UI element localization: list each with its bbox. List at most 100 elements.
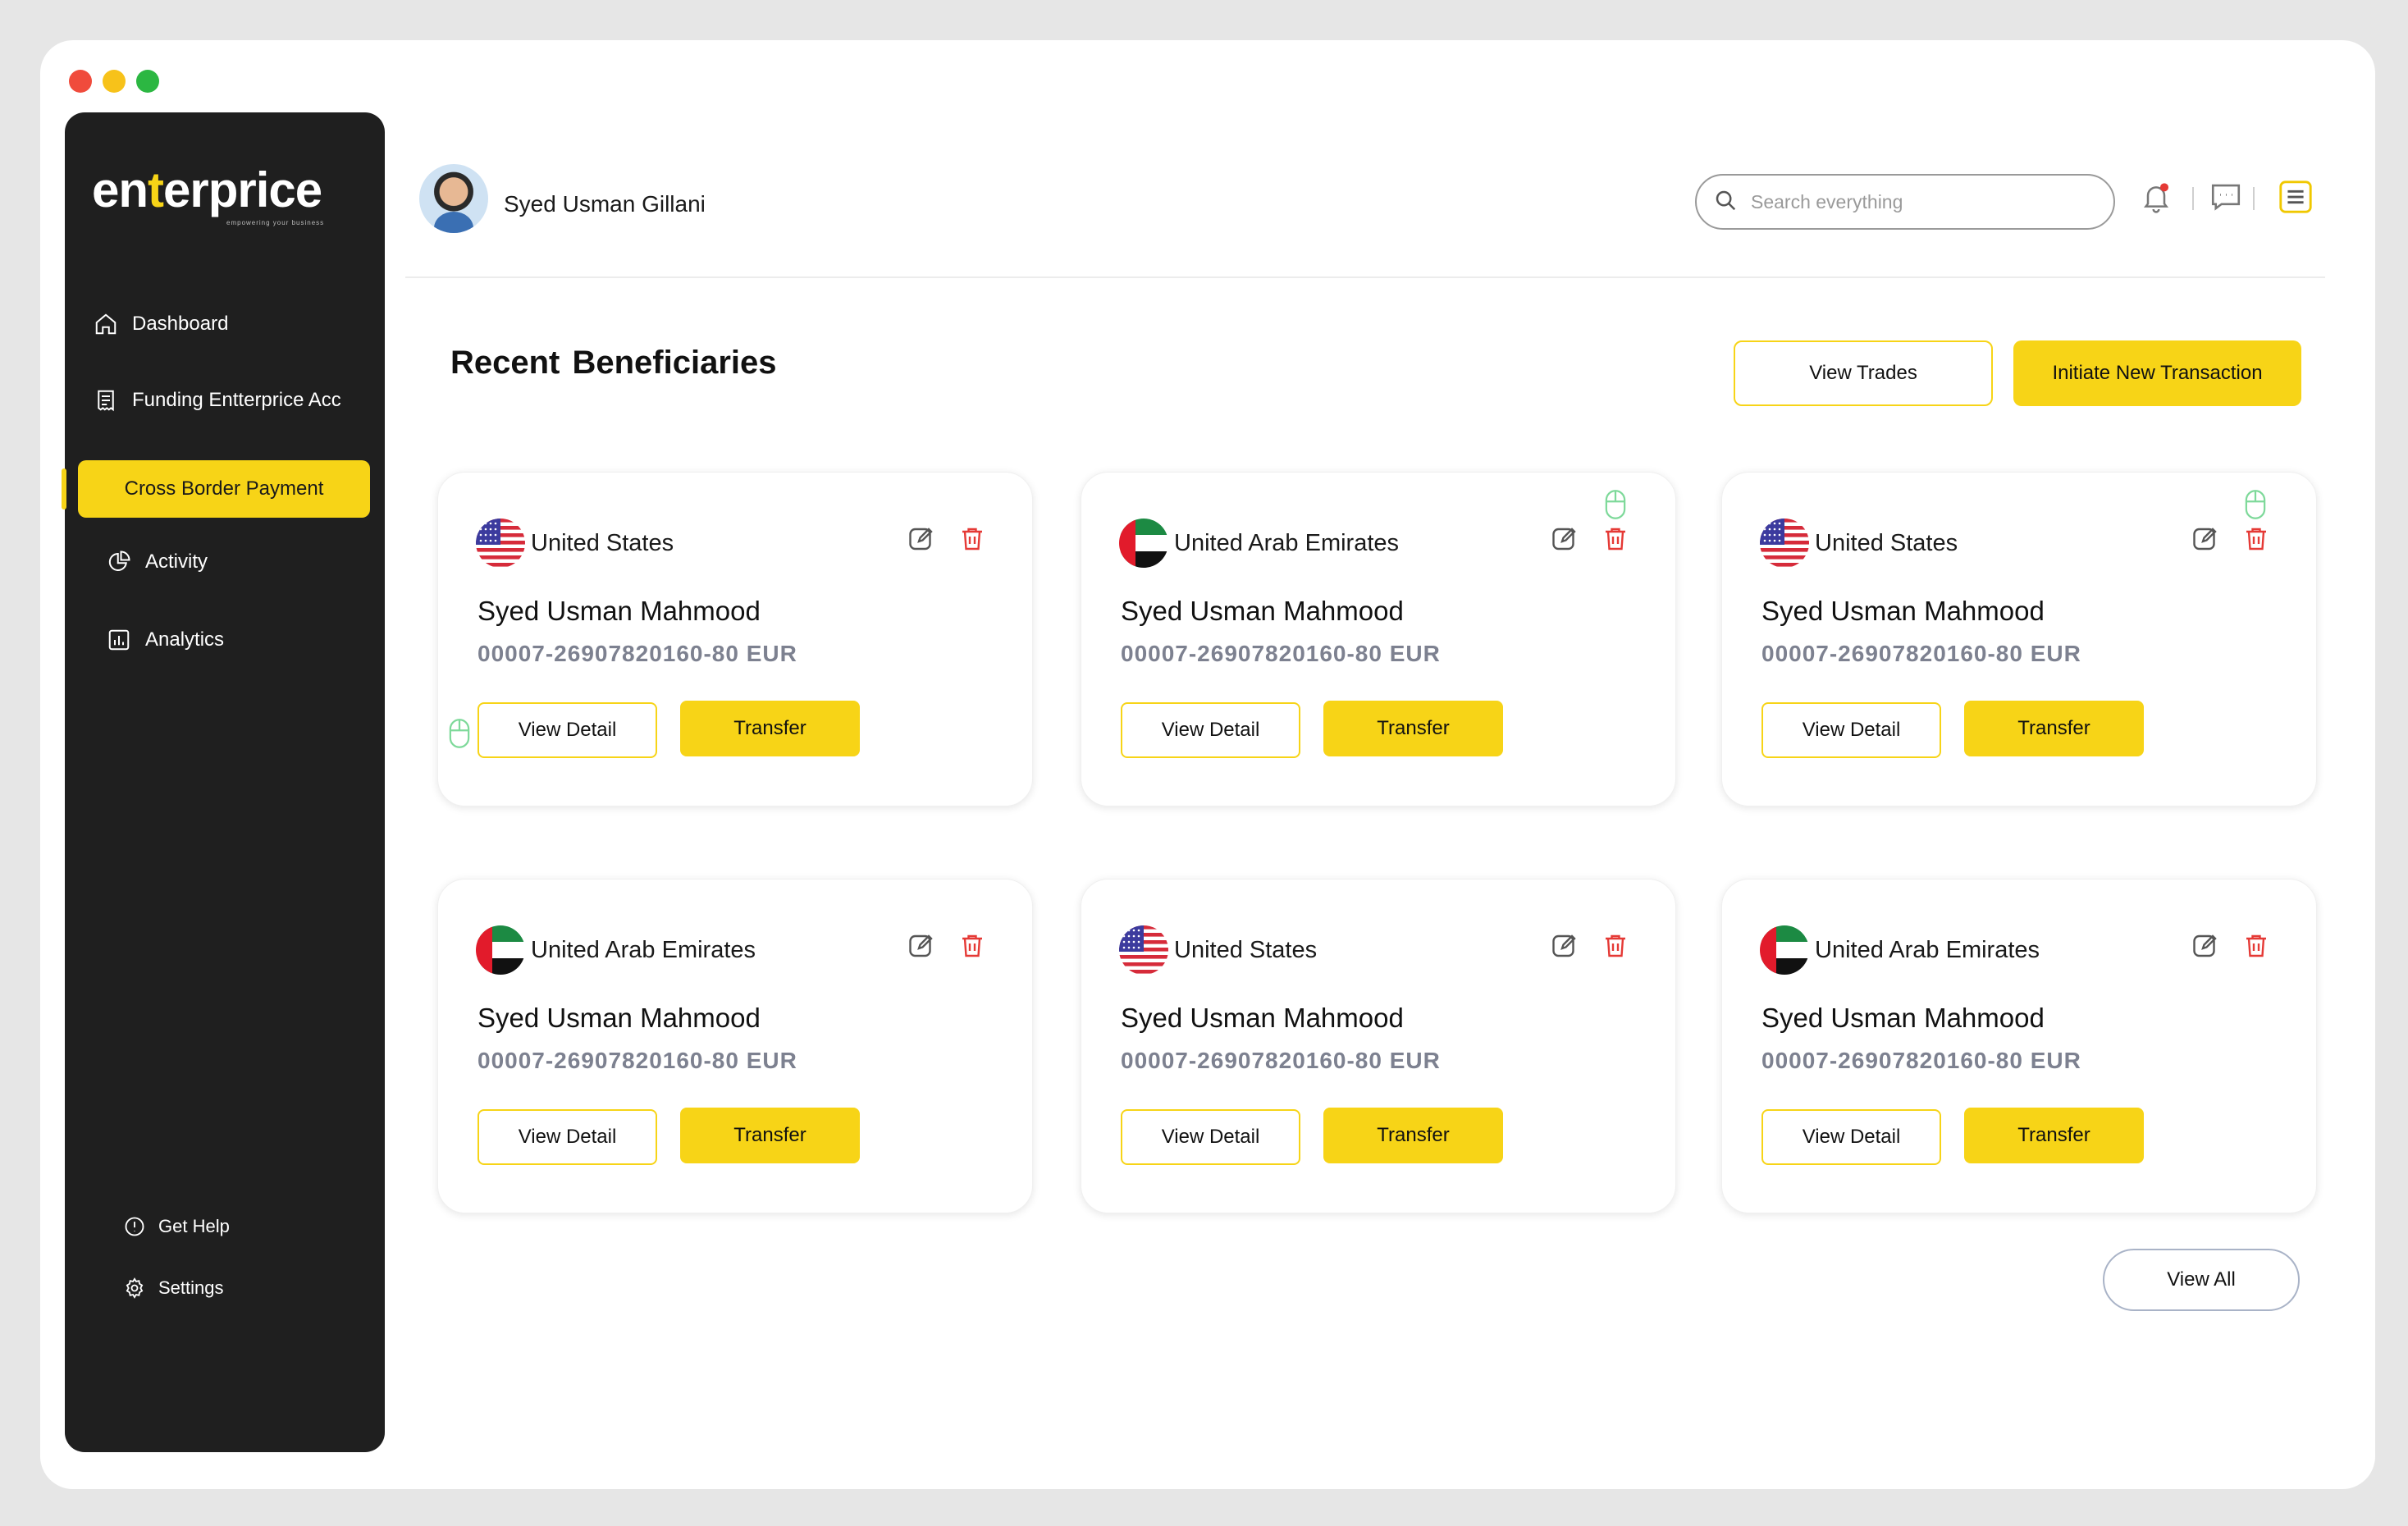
delete-beneficiary-button[interactable] [1598, 523, 1633, 558]
notifications-button[interactable] [2138, 180, 2174, 217]
logo-tagline: empowering your business [226, 219, 325, 226]
flag-uae-icon [1760, 925, 1809, 975]
transfer-button[interactable]: Transfer [1323, 1108, 1503, 1163]
delete-beneficiary-button[interactable] [2239, 930, 2273, 965]
edit-icon [907, 931, 936, 965]
logo-wordmark: enterprice [92, 162, 322, 217]
active-nav-marker [62, 468, 66, 509]
beneficiary-country: United Arab Emirates [1174, 530, 1400, 556]
search-icon [1713, 188, 1738, 217]
beneficiary-country: United States [1174, 937, 1318, 963]
view-trades-button[interactable]: View Trades [1734, 340, 1993, 406]
beneficiary-account: 00007-26907820160-80 EUR [477, 641, 797, 666]
initiate-transaction-button[interactable]: Initiate New Transaction [2013, 340, 2301, 406]
menu-icon [2277, 178, 2314, 220]
edit-beneficiary-button[interactable] [2188, 930, 2223, 965]
sidebar-item-label: Cross Border Payment [124, 477, 324, 500]
view-detail-button[interactable]: View Detail [477, 702, 657, 758]
pie-chart-icon [106, 549, 132, 575]
flag-us-icon [476, 519, 525, 568]
menu-button[interactable] [2278, 180, 2314, 217]
search-bar[interactable] [1695, 174, 2115, 230]
view-detail-button[interactable]: View Detail [1761, 702, 1941, 758]
beneficiary-card: United States Syed Usman Mahmood 00007-269… [1081, 879, 1676, 1213]
beneficiary-account: 00007-26907820160-80 EUR [1121, 1048, 1441, 1073]
close-window-button[interactable] [69, 70, 92, 93]
sidebar-item-label: Dashboard [132, 313, 229, 335]
beneficiary-card: United States Syed Usman Mahmood 00007-269… [1721, 472, 2317, 806]
delete-beneficiary-button[interactable] [955, 523, 989, 558]
brand-logo[interactable]: enterprice empowering your business [92, 162, 354, 244]
messages-button[interactable] [2208, 180, 2244, 217]
view-detail-button[interactable]: View Detail [1121, 702, 1300, 758]
settings-label: Settings [158, 1277, 224, 1298]
sidebar-item-activity[interactable]: Activity [106, 537, 208, 587]
beneficiary-name: Syed Usman Mahmood [1121, 1003, 1404, 1033]
sidebar: enterprice empowering your business Dash… [62, 112, 385, 1452]
header-separator [2192, 187, 2194, 210]
home-icon [93, 311, 119, 337]
avatar[interactable] [419, 164, 488, 233]
view-detail-button[interactable]: View Detail [1121, 1109, 1300, 1165]
beneficiary-country: United States [1815, 530, 1958, 556]
edit-icon [1550, 524, 1579, 558]
beneficiary-country: United Arab Emirates [1815, 937, 2040, 963]
trash-icon [1601, 931, 1630, 965]
delete-beneficiary-button[interactable] [1598, 930, 1633, 965]
beneficiary-account: 00007-26907820160-80 EUR [1761, 641, 2081, 666]
maximize-window-button[interactable] [136, 70, 159, 93]
edit-beneficiary-button[interactable] [904, 930, 939, 965]
search-input[interactable] [1751, 190, 2079, 213]
trash-icon [957, 524, 987, 558]
edit-beneficiary-button[interactable] [1547, 930, 1582, 965]
sidebar-item-dashboard[interactable]: Dashboard [93, 299, 228, 349]
info-icon [122, 1214, 147, 1239]
edit-beneficiary-button[interactable] [904, 523, 939, 558]
mouse-icon [2244, 488, 2267, 521]
sidebar-item-label: Analytics [145, 628, 225, 651]
beneficiary-name: Syed Usman Mahmood [1761, 1003, 2045, 1033]
settings-link[interactable]: Settings [122, 1270, 224, 1306]
mouse-icon [1604, 488, 1627, 521]
beneficiary-name: Syed Usman Mahmood [477, 1003, 761, 1033]
edit-beneficiary-button[interactable] [2188, 523, 2223, 558]
beneficiary-card: United States Syed Usman Mahmood 00007-269… [437, 472, 1033, 806]
get-help-label: Get Help [158, 1216, 230, 1236]
window-controls [69, 70, 159, 93]
trash-icon [2241, 931, 2271, 965]
receipt-icon [93, 387, 119, 413]
edit-icon [2191, 524, 2220, 558]
beneficiary-account: 00007-26907820160-80 EUR [1121, 641, 1441, 666]
edit-icon [1550, 931, 1579, 965]
minimize-window-button[interactable] [103, 70, 126, 93]
mouse-icon [448, 717, 471, 750]
view-all-button[interactable]: View All [2103, 1249, 2300, 1311]
beneficiary-name: Syed Usman Mahmood [1121, 596, 1404, 626]
beneficiary-account: 00007-26907820160-80 EUR [1761, 1048, 2081, 1073]
header-divider [405, 276, 2325, 278]
flag-us-icon [1760, 519, 1809, 568]
trash-icon [957, 931, 987, 965]
sidebar-item-analytics[interactable]: Analytics [106, 615, 224, 665]
beneficiary-card: United Arab Emirates Syed Usman Mahmood 00… [1721, 879, 2317, 1213]
sidebar-item-funding[interactable]: Funding Entterprice Acc [93, 376, 341, 425]
flag-uae-icon [1119, 519, 1168, 568]
transfer-button[interactable]: Transfer [1964, 1108, 2144, 1163]
transfer-button[interactable]: Transfer [1964, 701, 2144, 756]
edit-icon [907, 524, 936, 558]
beneficiary-account: 00007-26907820160-80 EUR [477, 1048, 797, 1073]
beneficiary-country: United Arab Emirates [531, 937, 756, 963]
delete-beneficiary-button[interactable] [2239, 523, 2273, 558]
view-detail-button[interactable]: View Detail [477, 1109, 657, 1165]
bell-icon [2140, 180, 2173, 217]
delete-beneficiary-button[interactable] [955, 930, 989, 965]
flag-us-icon [1119, 925, 1168, 975]
edit-beneficiary-button[interactable] [1547, 523, 1582, 558]
transfer-button[interactable]: Transfer [680, 701, 860, 756]
transfer-button[interactable]: Transfer [680, 1108, 860, 1163]
view-detail-button[interactable]: View Detail [1761, 1109, 1941, 1165]
flag-uae-icon [476, 925, 525, 975]
sidebar-item-cross-border-payment[interactable]: Cross Border Payment [78, 460, 370, 518]
transfer-button[interactable]: Transfer [1323, 701, 1503, 756]
get-help-link[interactable]: Get Help [122, 1208, 230, 1245]
